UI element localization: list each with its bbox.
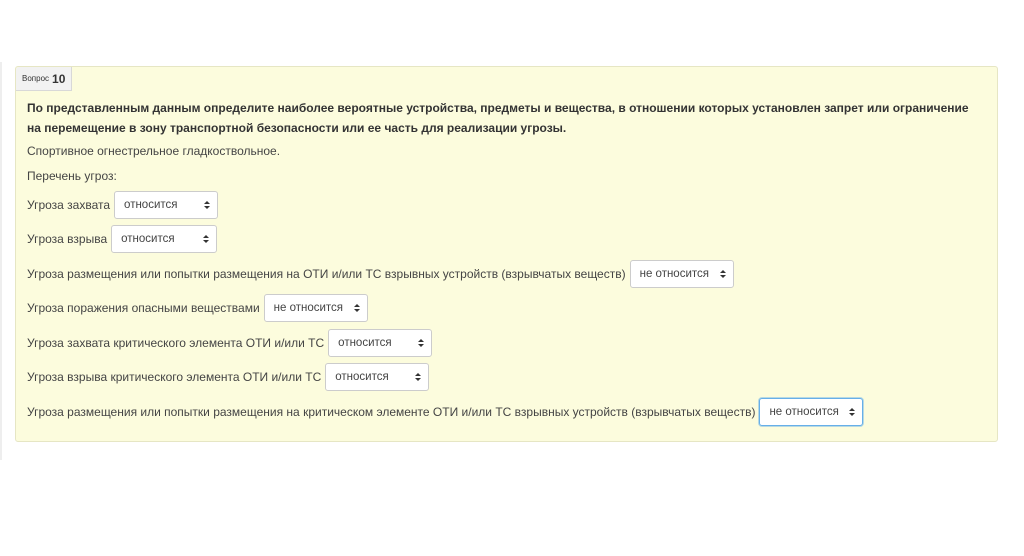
select-value: относится [124, 199, 178, 211]
page-left-border [0, 62, 2, 460]
question-text: По представленным данным определите наиб… [27, 101, 969, 135]
updown-arrows-icon [204, 201, 211, 209]
threat-label: Угроза размещения или попытки размещения… [27, 405, 756, 419]
threat-label: Угроза взрыва [27, 232, 108, 246]
threat-select-critical-capture[interactable]: относится [328, 329, 433, 357]
question-prefix: Вопрос [22, 74, 50, 83]
threat-row-placement: Угроза размещения или попытки размещения… [27, 259, 734, 289]
threat-select-critical-explosion[interactable]: относится [325, 363, 430, 391]
threat-row-capture: Угроза захвата относится [27, 190, 219, 220]
threat-label: Угроза взрыва критического элемента ОТИ … [27, 370, 322, 384]
threat-row-critical-placement: Угроза размещения или попытки размещения… [27, 397, 864, 427]
threat-row-explosion: Угроза взрыва относится [27, 224, 218, 254]
threat-list-title: Перечень угроз: [27, 169, 117, 183]
threat-select-placement[interactable]: не относится [629, 260, 734, 288]
threat-label: Угроза поражения опасными веществами [27, 301, 260, 315]
question-number-badge: Вопрос 10 [16, 67, 73, 91]
select-value: не относится [273, 302, 344, 314]
threat-label: Угроза захвата [27, 198, 111, 212]
updown-arrows-icon [353, 304, 360, 312]
updown-arrows-icon [719, 270, 726, 278]
select-value: относится [338, 337, 392, 349]
select-value: относится [121, 233, 175, 245]
threat-label: Угроза размещения или попытки размещения… [27, 267, 626, 281]
select-value: относится [335, 371, 389, 383]
threat-row-critical-capture: Угроза захвата критического элемента ОТИ… [27, 328, 433, 358]
threat-row-critical-explosion: Угроза взрыва критического элемента ОТИ … [27, 362, 430, 392]
updown-arrows-icon [203, 235, 210, 243]
updown-arrows-icon [849, 408, 856, 416]
select-value: не относится [639, 268, 709, 280]
select-value: не относится [769, 406, 839, 418]
updown-arrows-icon [418, 339, 425, 347]
question-number: 10 [52, 71, 66, 86]
threat-select-explosion[interactable]: относится [111, 225, 218, 253]
question-panel: Вопрос 10 По представленным данным опред… [15, 66, 998, 442]
threat-select-critical-placement[interactable]: не относится [759, 398, 864, 426]
threat-label: Угроза захвата критического элемента ОТИ… [27, 336, 325, 350]
threat-row-hazardous: Угроза поражения опасными веществами не … [27, 293, 368, 323]
threat-select-capture[interactable]: относится [114, 191, 219, 219]
threat-select-hazardous[interactable]: не относится [263, 294, 368, 322]
question-item: Спортивное огнестрельное гладкоствольное… [27, 144, 281, 158]
updown-arrows-icon [415, 373, 422, 381]
